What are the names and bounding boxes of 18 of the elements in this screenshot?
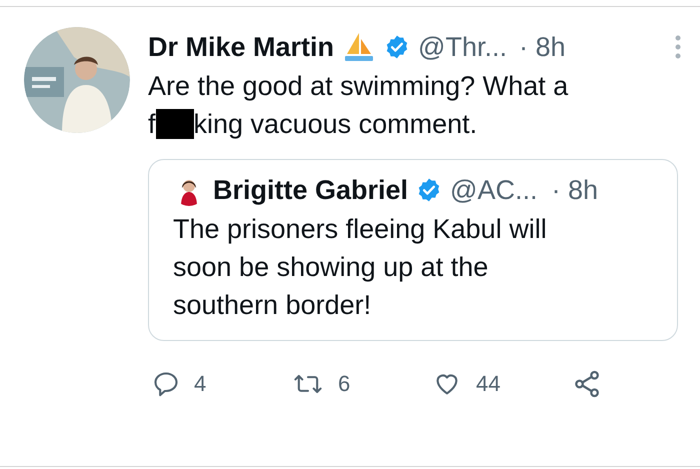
share-icon[interactable] (572, 368, 602, 398)
quoted-tweet-card[interactable]: Brigitte Gabriel @AC... · 8h The prisoners fleeing Kabul will soon be showing up at the southern border! (148, 159, 678, 341)
quoted-tweet-time: · 8h (551, 174, 598, 207)
action-count: 4 (194, 370, 206, 398)
tweet-text-line: Are the good at swimming? What a (148, 70, 570, 103)
author-handle[interactable]: @Thr... (418, 26, 507, 68)
quoted-text-line: The prisoners fleeing Kabul will (173, 213, 548, 246)
speech-bubble-icon[interactable] (152, 370, 180, 398)
action-count: 6 (338, 370, 350, 398)
tweet-time: · 8h (518, 30, 566, 64)
action-count: 44 (476, 370, 500, 398)
tweet-text-fragment: king vacuous comment. (194, 108, 478, 141)
author-name[interactable]: Dr Mike Martin (148, 26, 334, 68)
quoted-author-handle[interactable]: @AC... (450, 170, 538, 210)
tweet-text-fragment: f (148, 108, 156, 141)
quoted-author-name[interactable]: Brigitte Gabriel (213, 170, 408, 210)
quoted-text-line: southern border! (173, 289, 372, 322)
quoted-text-line: soon be showing up at the (173, 251, 490, 284)
